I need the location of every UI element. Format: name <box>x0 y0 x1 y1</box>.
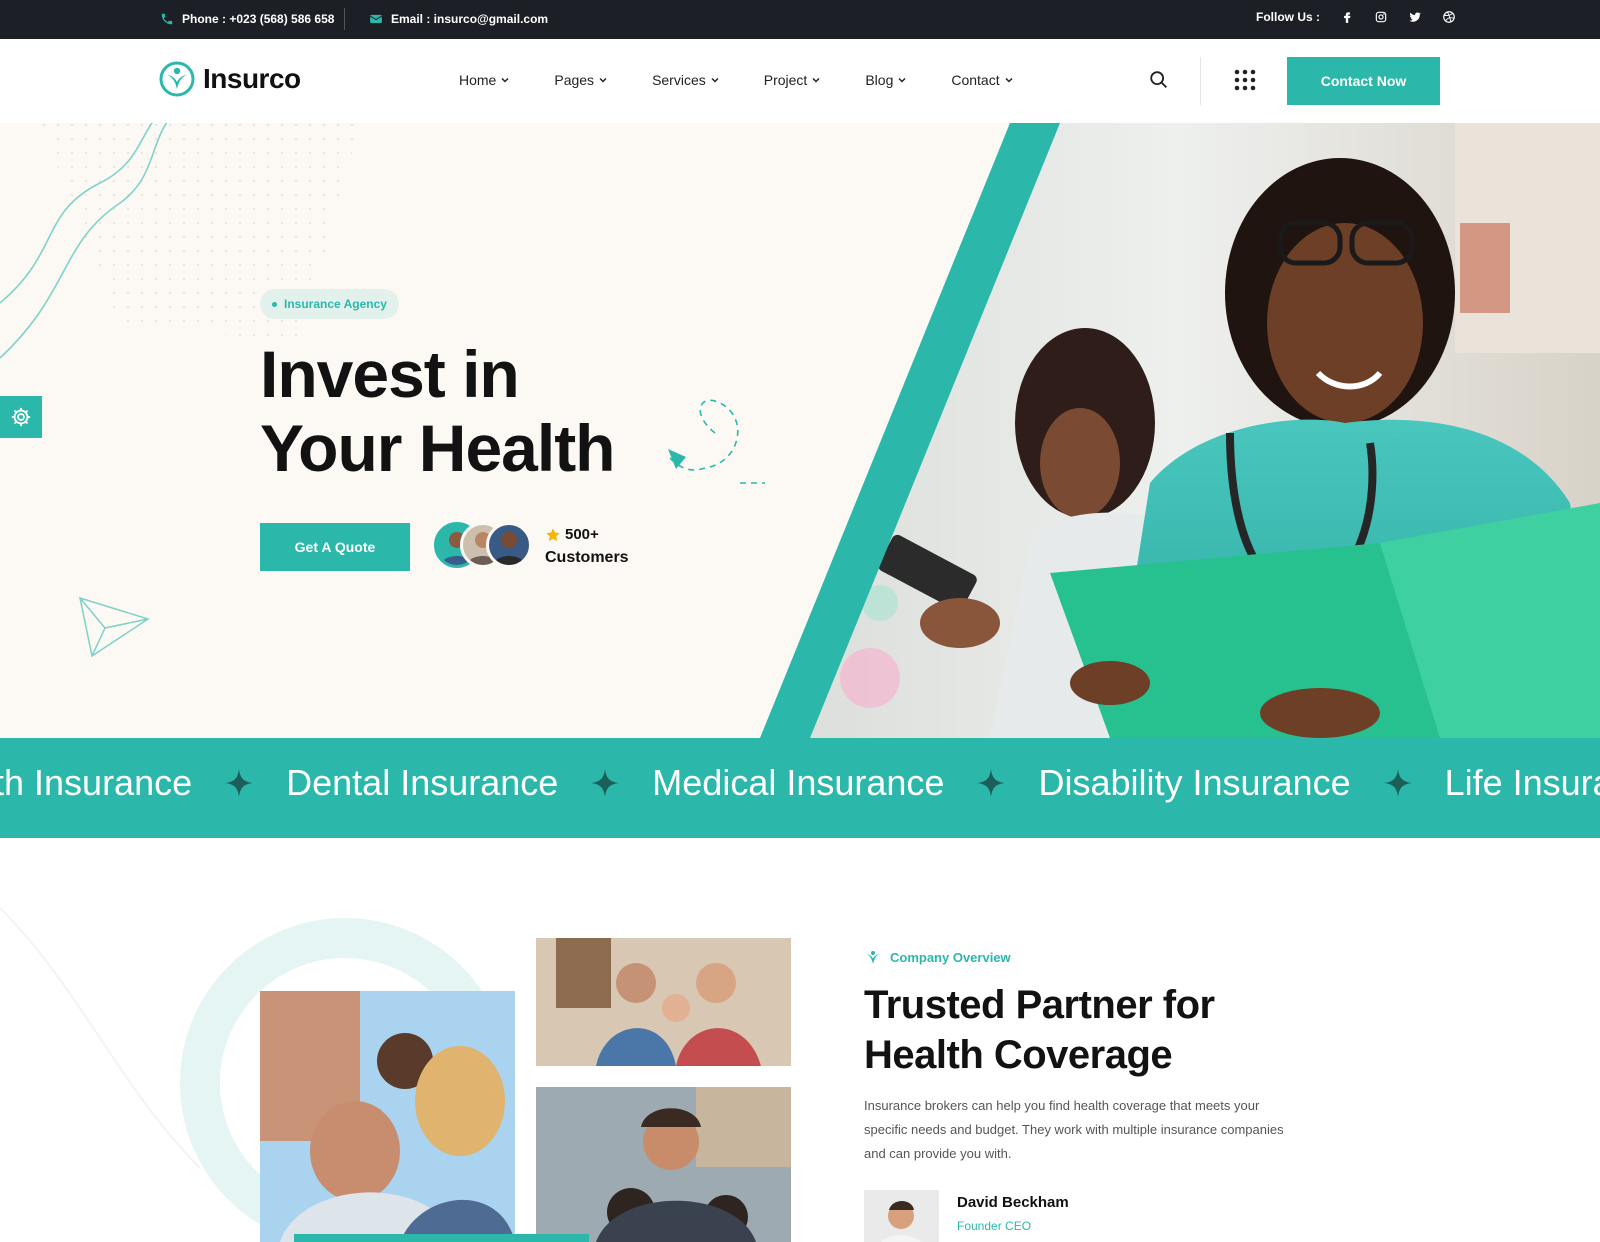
sparkle-icon <box>591 769 620 797</box>
sparkle-icon <box>225 769 254 797</box>
main-header: Insurco Home Pages Services Project Blog… <box>0 39 1600 123</box>
founder-card: David Beckham Founder CEO <box>864 1190 1069 1242</box>
nav-services[interactable]: Services <box>652 72 720 88</box>
family-photo-top <box>536 938 791 1066</box>
nav-contact[interactable]: Contact <box>951 72 1013 88</box>
nav-label: Pages <box>554 72 595 88</box>
about-title-line1: Trusted Partner for <box>864 983 1215 1027</box>
accent-bar <box>294 1234 589 1242</box>
email-contact[interactable]: Email : insurco@gmail.com <box>369 12 548 26</box>
logo[interactable]: Insurco <box>159 61 301 97</box>
customers-count-row: 500+ <box>545 526 629 543</box>
hero-title: Invest in Your Health <box>260 337 680 485</box>
sparkle-icon <box>977 769 1006 797</box>
twitter-icon[interactable] <box>1408 10 1422 24</box>
nav-label: Blog <box>865 72 894 88</box>
nav-project[interactable]: Project <box>764 72 822 88</box>
nav-blog[interactable]: Blog <box>865 72 907 88</box>
nav-label: Contact <box>951 72 1000 88</box>
avatar <box>486 522 532 568</box>
about-title: Trusted Partner for Health Coverage <box>864 980 1284 1080</box>
hero-decor-and-photo <box>0 123 1600 738</box>
phone-contact[interactable]: Phone : +023 (568) 586 658 <box>160 12 334 26</box>
hero-title-line2: Your Health <box>260 411 615 485</box>
customers-count: 500+ <box>565 526 599 543</box>
settings-tab[interactable] <box>0 396 42 438</box>
follow-label: Follow Us : <box>1256 10 1320 24</box>
founder-role: Founder CEO <box>957 1219 1032 1233</box>
phone-text: Phone : +023 (568) 586 658 <box>182 12 335 26</box>
founder-avatar <box>864 1190 939 1242</box>
chevron-down-icon <box>1005 77 1013 83</box>
chevron-down-icon <box>812 77 820 83</box>
ticker-item: Life Insurance <box>1444 762 1600 803</box>
sparkle-icon <box>1383 769 1412 797</box>
star-icon <box>546 527 560 541</box>
hero-section: Insurance Agency Invest in Your Health G… <box>0 123 1600 738</box>
grid-menu-icon[interactable] <box>1234 69 1256 91</box>
ticker-item: th Insurance <box>0 762 193 803</box>
header-divider <box>1200 57 1201 105</box>
facebook-icon[interactable] <box>1340 10 1354 24</box>
nav-label: Project <box>763 72 808 88</box>
customers-stat: 500+ Customers <box>545 526 629 567</box>
chevron-down-icon <box>599 77 607 83</box>
family-photo-bottom-image <box>536 1087 791 1242</box>
hero-title-line1: Invest in <box>260 337 520 411</box>
services-ticker: th Insurance Dental Insurance Medical In… <box>0 738 1600 838</box>
nav-label: Services <box>652 72 706 88</box>
chevron-down-icon <box>501 77 509 83</box>
social-links: Follow Us : <box>1256 10 1456 24</box>
logo-icon <box>159 61 195 97</box>
family-photo-main-image <box>260 991 515 1242</box>
about-section: Company Overview Trusted Partner for Hea… <box>0 838 1600 1242</box>
ticker-item: Medical Insurance <box>652 762 945 803</box>
family-photo-main <box>260 991 515 1242</box>
customers-label: Customers <box>545 549 629 566</box>
insurance-agency-badge: Insurance Agency <box>260 289 399 319</box>
about-title-line2: Health Coverage <box>864 1033 1173 1077</box>
customer-avatars <box>434 522 534 572</box>
contact-now-button[interactable]: Contact Now <box>1287 57 1440 105</box>
settings-icon <box>11 407 31 427</box>
founder-name: David Beckham <box>957 1194 1069 1211</box>
instagram-icon[interactable] <box>1374 10 1388 24</box>
nav-pages[interactable]: Pages <box>554 72 608 88</box>
get-quote-button[interactable]: Get A Quote <box>260 523 410 571</box>
mail-icon <box>369 14 383 24</box>
about-description: Insurance brokers can help you find heal… <box>864 1098 1284 1161</box>
ticker-item: Disability Insurance <box>1038 762 1351 803</box>
chevron-down-icon <box>898 77 906 83</box>
chevron-down-icon <box>711 77 719 83</box>
topbar-divider <box>344 8 345 30</box>
top-bar: Phone : +023 (568) 586 658 Email : insur… <box>0 0 1600 39</box>
ticker-track: th Insurance Dental Insurance Medical In… <box>0 762 1600 804</box>
avatar-image <box>493 532 525 565</box>
nav-home[interactable]: Home <box>459 72 510 88</box>
search-icon[interactable] <box>1148 69 1170 91</box>
tag-label: Company Overview <box>890 949 1011 965</box>
family-photo-bottom <box>536 1087 791 1242</box>
company-overview-tag: Company Overview <box>864 948 1011 966</box>
phone-icon <box>161 13 173 25</box>
ticker-item: Dental Insurance <box>286 762 559 803</box>
logo-text: Insurco <box>203 63 301 94</box>
founder-avatar-image <box>864 1190 939 1242</box>
email-text: Email : insurco@gmail.com <box>391 12 549 26</box>
dribbble-icon[interactable] <box>1442 10 1456 24</box>
nav-label: Home <box>459 72 497 88</box>
family-photo-top-image <box>536 938 791 1066</box>
logo-icon <box>866 951 880 964</box>
main-nav: Home Pages Services Project Blog Contact <box>459 72 1014 88</box>
